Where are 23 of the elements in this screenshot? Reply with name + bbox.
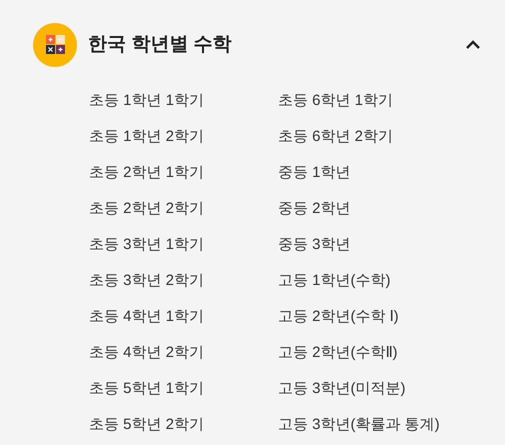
grade-link[interactable]: 중등 1학년 — [278, 162, 351, 184]
grade-link[interactable]: 초등 3학년 1학기 — [89, 234, 204, 256]
grade-link[interactable]: 고등 2학년(수학Ⅱ) — [278, 342, 398, 364]
grade-link[interactable]: 초등 2학년 1학기 — [89, 162, 204, 184]
grade-link[interactable]: 고등 2학년(수학 Ⅰ) — [278, 306, 399, 328]
grade-link[interactable]: 초등 6학년 2학기 — [278, 126, 394, 148]
grade-link[interactable]: 초등 5학년 1학기 — [89, 378, 204, 400]
section-title: 한국 학년별 수학 — [88, 32, 232, 57]
grade-link[interactable]: 중등 3학년 — [278, 234, 351, 256]
grade-link[interactable]: 초등 2학년 2학기 — [89, 198, 204, 220]
grade-link[interactable]: 고등 1학년(수학) — [278, 270, 390, 292]
grade-link[interactable]: 중등 2학년 — [278, 198, 351, 220]
grade-link[interactable]: 초등 4학년 1학기 — [89, 306, 204, 328]
grade-link[interactable]: 초등 4학년 2학기 — [89, 342, 204, 364]
grade-link[interactable]: 초등 3학년 2학기 — [89, 270, 204, 292]
grade-link[interactable]: 고등 3학년(미적분) — [278, 378, 406, 400]
grade-link[interactable]: 초등 1학년 1학기 — [89, 90, 204, 112]
grade-link[interactable]: 고등 3학년(확률과 통계) — [278, 414, 440, 436]
grade-link[interactable]: 초등 1학년 2학기 — [89, 126, 204, 148]
grade-link[interactable]: 초등 5학년 2학기 — [89, 414, 204, 436]
grade-link[interactable]: 초등 6학년 1학기 — [278, 90, 394, 112]
calculator-icon — [33, 23, 77, 67]
chevron-up-icon — [465, 40, 481, 50]
